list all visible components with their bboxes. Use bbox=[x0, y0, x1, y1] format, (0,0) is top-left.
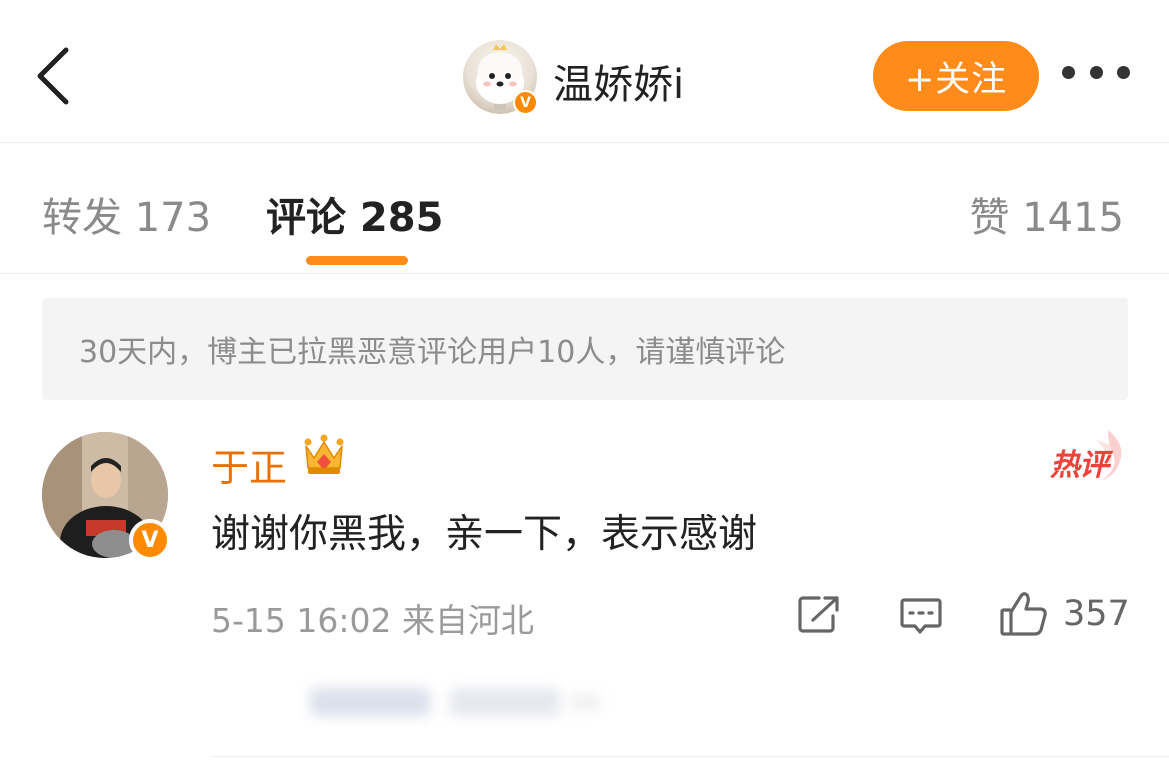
tab-bar: 转发 173 评论 285 赞 1415 bbox=[0, 143, 1169, 274]
commenter-verified-badge: V bbox=[129, 519, 171, 561]
like-button[interactable] bbox=[999, 590, 1049, 642]
commenter-name[interactable]: 于正 bbox=[211, 437, 287, 492]
reply-icon bbox=[900, 598, 942, 634]
hot-comment-label: 热评 bbox=[1050, 448, 1109, 483]
active-tab-indicator bbox=[306, 256, 408, 265]
thumbs-up-icon bbox=[1000, 592, 1047, 636]
comment-text: 谢谢你黑我，亲一下，表示感谢 bbox=[211, 512, 758, 557]
tab-comments[interactable]: 评论 285 bbox=[266, 185, 443, 243]
comment-meta: 5-15 16:02 来自河北 bbox=[211, 601, 534, 640]
verified-badge: V bbox=[513, 90, 538, 115]
more-dot bbox=[1062, 66, 1075, 79]
back-button[interactable] bbox=[30, 44, 80, 108]
reply-button[interactable] bbox=[899, 596, 943, 640]
blogger-username[interactable]: 温娇娇i bbox=[553, 52, 684, 110]
tab-likes[interactable]: 赞 1415 bbox=[969, 185, 1124, 243]
more-options-button[interactable] bbox=[1062, 66, 1130, 84]
moderation-notice: 30天内，博主已拉黑恶意评论用户10人，请谨慎评论 bbox=[42, 298, 1128, 400]
top-bar: V 温娇娇i +关注 bbox=[0, 0, 1169, 143]
tab-reposts[interactable]: 转发 173 bbox=[42, 185, 211, 243]
blurred-reply-preview bbox=[310, 680, 610, 724]
follow-button[interactable]: +关注 bbox=[873, 41, 1039, 111]
divider bbox=[211, 756, 1169, 757]
share-button[interactable] bbox=[797, 594, 841, 638]
share-icon bbox=[798, 596, 839, 633]
more-dot bbox=[1117, 66, 1130, 79]
more-dot bbox=[1089, 66, 1103, 79]
chevron-left-icon bbox=[37, 47, 69, 105]
crown-icon bbox=[304, 434, 344, 474]
like-count: 357 bbox=[1063, 594, 1130, 634]
